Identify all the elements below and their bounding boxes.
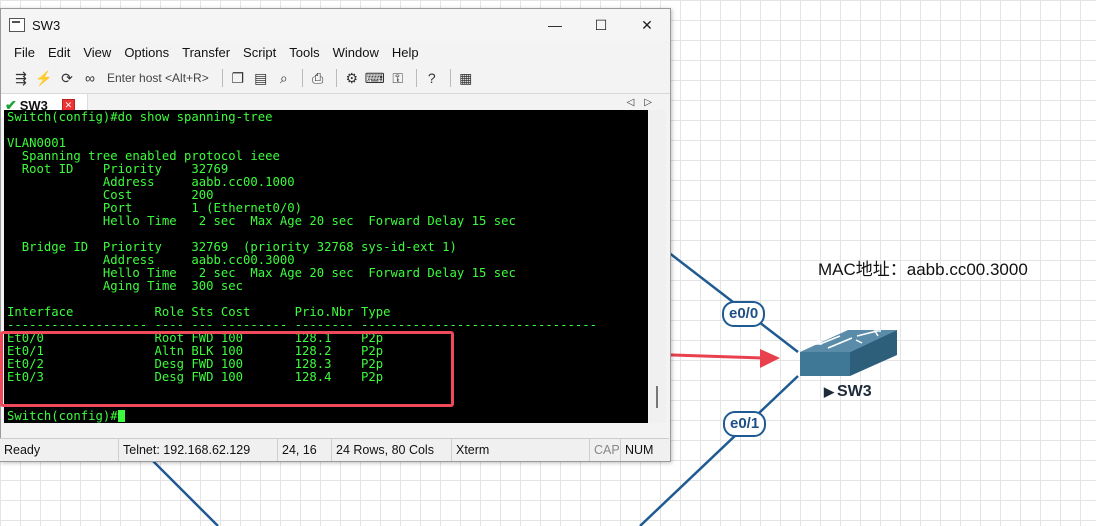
toolbar-separator (415, 69, 417, 87)
connect-icon[interactable]: ⇶ (11, 68, 31, 88)
switch-name-text: SW3 (837, 383, 872, 400)
terminal-line: ------------------- ---- --- --------- -… (7, 318, 598, 332)
terminal-line: Bridge ID Priority 32769 (priority 32768… (7, 240, 457, 254)
terminal-line: Switch(config)#do show spanning-tree (7, 110, 273, 124)
highlight-box (0, 331, 454, 407)
host-input[interactable]: Enter host <Alt+R> (107, 71, 209, 85)
toolbar-separator (301, 69, 303, 87)
link-left (149, 457, 219, 526)
menu-window[interactable]: Window (333, 45, 379, 60)
reconnect-icon[interactable]: ⟳ (57, 68, 77, 88)
paste-icon[interactable]: ▤ (251, 68, 271, 88)
quick-connect-icon[interactable]: ⚡ (34, 68, 54, 88)
disconnect-icon[interactable]: ∞ (80, 68, 100, 88)
toolbar-separator (221, 69, 223, 87)
menu-file[interactable]: File (14, 45, 35, 60)
terminal-line: Hello Time 2 sec Max Age 20 sec Forward … (7, 214, 516, 228)
mac-address-label: MAC地址：aabb.cc00.3000 (818, 260, 1028, 279)
maximize-button[interactable]: ☐ (578, 9, 624, 41)
menu-script[interactable]: Script (243, 45, 276, 60)
terminal-line: Spanning tree enabled protocol ieee (7, 149, 280, 163)
title-bar[interactable]: SW3 — ☐ ✕ (1, 9, 670, 41)
menu-edit[interactable]: Edit (48, 45, 70, 60)
keymap-icon[interactable]: ⌨ (365, 68, 385, 88)
switch-name: ▶ SW3 (824, 383, 872, 401)
close-button[interactable]: ✕ (624, 9, 670, 41)
help-icon[interactable]: ? (422, 68, 442, 88)
terminal-line: Address aabb.cc00.1000 (7, 175, 295, 189)
terminal-line: Hello Time 2 sec Max Age 20 sec Forward … (7, 266, 516, 280)
status-connection: Telnet: 192.168.62.129 (119, 439, 278, 461)
tab-scroll-arrows-icon[interactable]: ◁▷ (627, 97, 662, 108)
terminal-line: VLAN0001 (7, 136, 67, 150)
session-manager-icon[interactable]: ▦ (456, 68, 476, 88)
terminal-line: Root ID Priority 32769 (7, 162, 229, 176)
menu-transfer[interactable]: Transfer (182, 45, 230, 60)
scrollbar-thumb[interactable] (656, 386, 658, 408)
menu-options[interactable]: Options (124, 45, 169, 60)
status-ready: Ready (0, 439, 119, 461)
app-icon (9, 18, 25, 32)
minimize-button[interactable]: — (532, 9, 578, 41)
vertical-scrollbar[interactable] (649, 110, 666, 423)
port-label-e0-0: e0/0 (722, 301, 766, 327)
port-label-e0-1: e0/1 (723, 411, 767, 437)
switch-icon[interactable] (800, 330, 897, 376)
status-size: 24 Rows, 80 Cols (332, 439, 452, 461)
menu-bar: File Edit View Options Transfer Script T… (1, 41, 670, 63)
window-title: SW3 (32, 17, 61, 33)
toolbar-separator (335, 69, 337, 87)
menu-help[interactable]: Help (392, 45, 419, 60)
copy-icon[interactable]: ❐ (228, 68, 248, 88)
find-icon[interactable]: ⌕ (274, 68, 294, 88)
toolbar: ⇶ ⚡ ⟳ ∞ Enter host <Alt+R> ❐ ▤ ⌕ ⎙ ⚙ ⌨ ⚿… (1, 63, 670, 94)
status-terminal-type: Xterm (452, 439, 590, 461)
terminal-cursor (117, 410, 125, 422)
terminal-line: Address aabb.cc00.3000 (7, 253, 295, 267)
toolbar-separator (449, 69, 451, 87)
key-icon[interactable]: ⚿ (388, 68, 408, 88)
terminal-line: Cost 200 (7, 188, 214, 202)
settings-icon[interactable]: ⚙ (342, 68, 362, 88)
terminal-line: Port 1 (Ethernet0/0) (7, 201, 303, 215)
status-cursor: 24, 16 (278, 439, 332, 461)
print-icon[interactable]: ⎙ (308, 68, 328, 88)
terminal-line: Interface Role Sts Cost Prio.Nbr Type (7, 305, 391, 319)
menu-tools[interactable]: Tools (289, 45, 319, 60)
status-num: NUM (625, 443, 654, 457)
status-cap: CAP (590, 439, 621, 461)
menu-view[interactable]: View (83, 45, 111, 60)
play-icon[interactable]: ▶ (824, 384, 834, 399)
terminal-line: Aging Time 300 sec (7, 279, 244, 293)
terminal-line: Switch(config)# (7, 409, 118, 423)
status-bar: Ready Telnet: 192.168.62.129 24, 16 24 R… (0, 438, 669, 461)
